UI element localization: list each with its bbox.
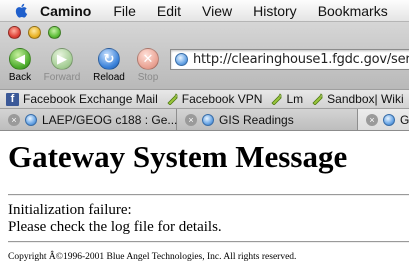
bookmark-item[interactable]: Lm	[270, 92, 303, 106]
divider	[8, 241, 409, 243]
tab-bar: × LAEP/GEOG c188 : Ge... × GIS Readings …	[0, 109, 409, 131]
bookmark-label: Sandbox| Wiki	[327, 92, 404, 106]
bookmarklet-icon	[311, 93, 323, 105]
tab-globe-icon	[202, 113, 214, 126]
stop-button[interactable]: ✕ Stop	[125, 48, 171, 83]
forward-button[interactable]: ▶ Forward	[39, 48, 85, 83]
tab-close-icon[interactable]: ×	[8, 113, 20, 126]
facebook-icon: f	[6, 92, 19, 106]
tab-close-icon[interactable]: ×	[185, 113, 197, 126]
tab-close-icon[interactable]: ×	[366, 113, 378, 126]
window-zoom-button[interactable]	[48, 26, 61, 39]
tab-label: GIS	[400, 112, 409, 127]
back-arrow-icon: ◀	[9, 48, 31, 70]
menu-history[interactable]: History	[253, 3, 297, 19]
stop-label: Stop	[137, 72, 159, 83]
reload-label: Reload	[93, 72, 125, 83]
tab-globe-icon	[25, 113, 37, 126]
back-button[interactable]: ◀ Back	[0, 48, 43, 83]
tab-gis-readings[interactable]: × GIS Readings	[177, 109, 358, 130]
divider	[8, 194, 409, 196]
forward-label: Forward	[43, 72, 81, 83]
menu-file[interactable]: File	[113, 3, 136, 19]
menu-app-name[interactable]: Camino	[40, 3, 91, 19]
address-bar-url[interactable]: http://clearinghouse1.fgdc.gov/servl	[193, 52, 409, 67]
reload-icon: ↻	[98, 48, 120, 70]
bookmark-item[interactable]: Facebook VPN	[166, 92, 263, 106]
menu-bar: Camino File Edit View History Bookmarks	[0, 0, 409, 22]
forward-arrow-icon: ▶	[51, 48, 73, 70]
bookmarklet-icon	[270, 93, 283, 105]
bookmark-item[interactable]: f Facebook Exchange Mail	[6, 92, 158, 106]
menu-view[interactable]: View	[202, 3, 232, 19]
bookmarklet-icon	[166, 93, 178, 105]
apple-menu-icon[interactable]	[14, 2, 30, 19]
bookmark-label: Facebook Exchange Mail	[23, 92, 158, 106]
copyright-notice: Copyright Â©1996-2001 Blue Angel Technol…	[8, 252, 297, 262]
tab-label: GIS Readings	[219, 112, 294, 127]
window-close-button[interactable]	[8, 26, 21, 39]
menu-bookmarks[interactable]: Bookmarks	[318, 3, 388, 19]
site-globe-icon	[175, 53, 188, 66]
page-title: Gateway System Message	[8, 139, 348, 174]
tab-gis[interactable]: × GIS	[358, 109, 409, 130]
tab-laep-geog[interactable]: × LAEP/GEOG c188 : Ge...	[0, 109, 177, 130]
stop-icon: ✕	[137, 48, 159, 70]
bookmark-label: Lm	[286, 92, 304, 106]
page-content: Gateway System Message Initialization fa…	[0, 131, 409, 275]
bookmarks-bar: f Facebook Exchange Mail Facebook VPN Lm…	[0, 89, 409, 109]
back-label: Back	[8, 72, 32, 83]
error-message-line: Please check the log file for details.	[8, 219, 222, 235]
window-minimize-button[interactable]	[28, 26, 41, 39]
browser-toolbar: ◀ Back ▶ Forward ↻ Reload ✕ Stop http://…	[0, 22, 409, 89]
menu-edit[interactable]: Edit	[157, 3, 181, 19]
tab-globe-icon	[383, 113, 395, 126]
error-message-line: Initialization failure:	[8, 202, 132, 218]
tab-label: LAEP/GEOG c188 : Ge...	[42, 112, 178, 127]
address-bar[interactable]: http://clearinghouse1.fgdc.gov/servl	[170, 49, 409, 70]
bookmark-label: Facebook VPN	[181, 92, 263, 106]
bookmark-item[interactable]: Sandbox| Wiki	[311, 92, 404, 106]
